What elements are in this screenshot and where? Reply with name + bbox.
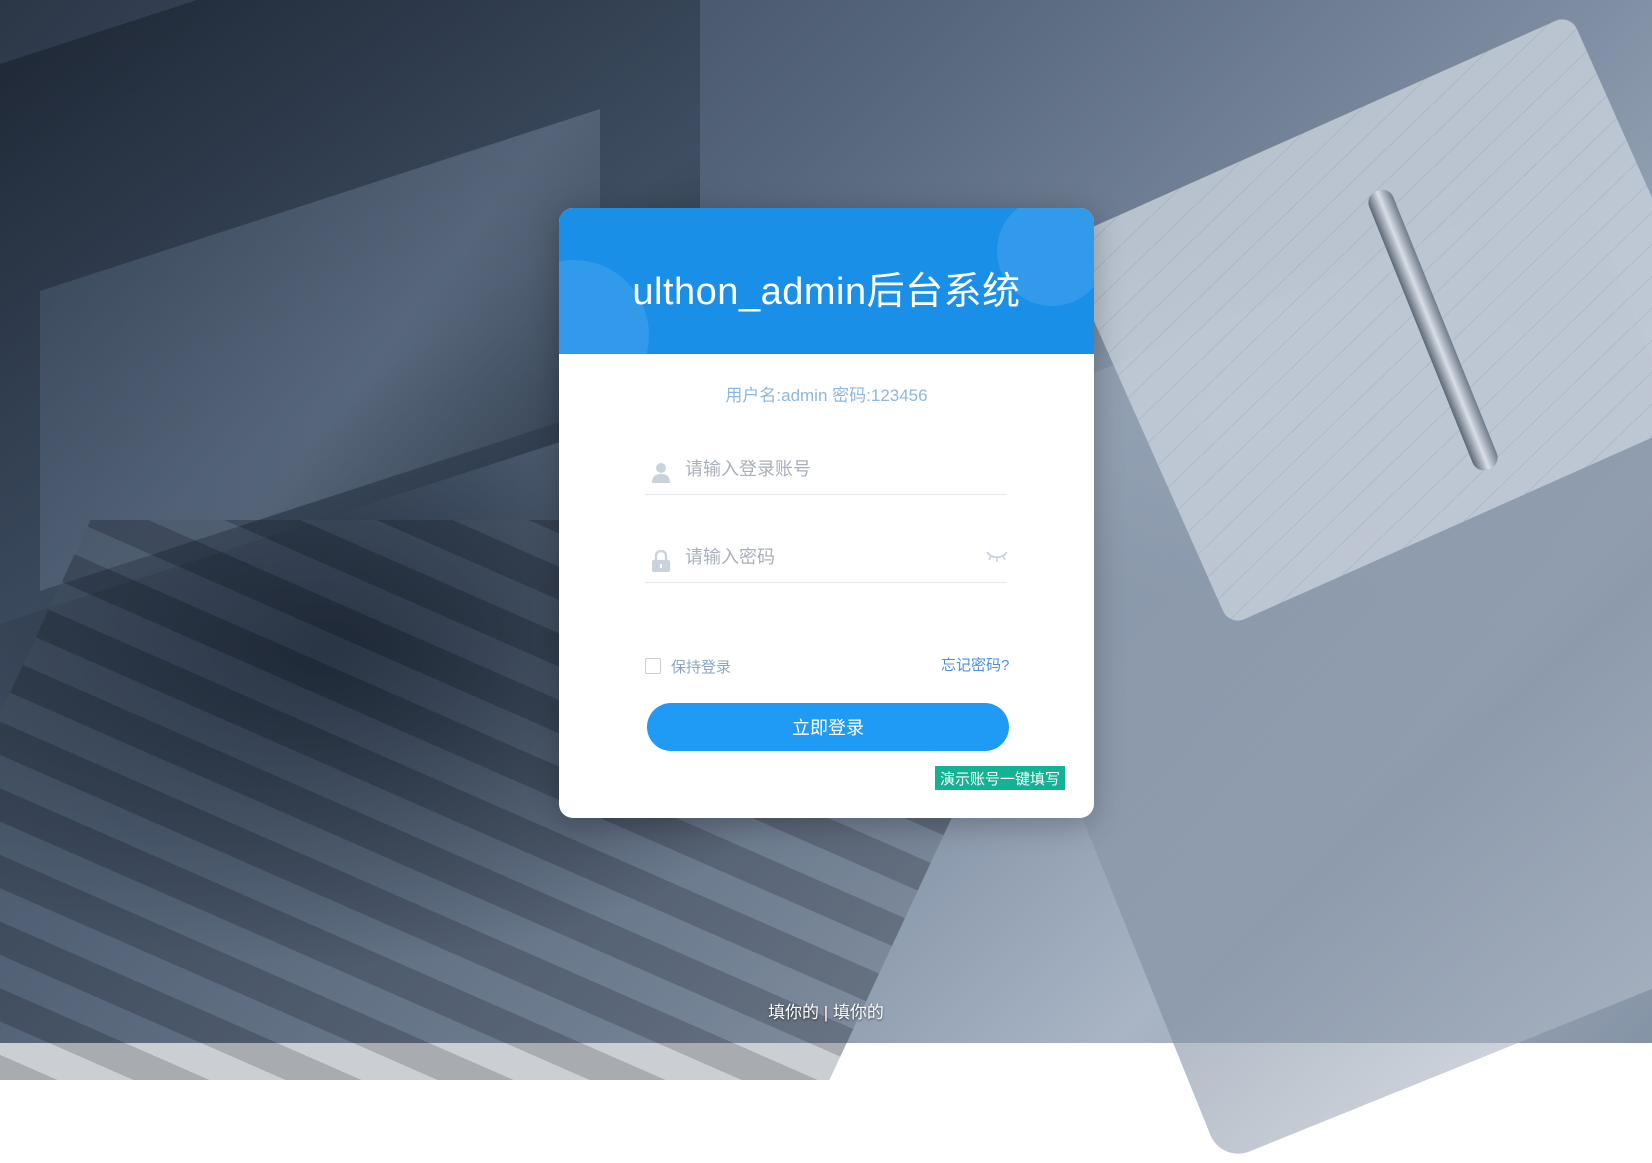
footer-separator: | bbox=[819, 1003, 833, 1022]
login-card: ulthon_admin后台系统 用户名:admin 密码:123456 请输入… bbox=[559, 208, 1094, 818]
toggle-password-visibility[interactable] bbox=[977, 544, 1017, 572]
password-input[interactable] bbox=[683, 542, 973, 572]
remember-login-checkbox[interactable] bbox=[645, 658, 661, 674]
username-input[interactable] bbox=[683, 454, 973, 484]
demo-account-fill-button[interactable]: 演示账号一键填写 bbox=[935, 766, 1065, 790]
forgot-password-link[interactable]: 忘记密码? bbox=[941, 654, 1009, 675]
user-icon bbox=[651, 462, 671, 484]
footer-link-right[interactable]: 填你的 bbox=[833, 1003, 884, 1022]
remember-login-label[interactable]: 保持登录 bbox=[671, 656, 731, 677]
login-button[interactable]: 立即登录 bbox=[647, 703, 1009, 751]
login-card-header: ulthon_admin后台系统 bbox=[559, 208, 1094, 354]
credentials-hint: 用户名:admin 密码:123456 bbox=[725, 386, 928, 405]
page-title: ulthon_admin后台系统 bbox=[632, 271, 1021, 313]
remember-login-group: 保持登录 bbox=[645, 655, 731, 677]
username-field bbox=[645, 446, 1007, 495]
footer-link-left[interactable]: 填你的 bbox=[768, 1003, 819, 1022]
eye-closed-icon bbox=[985, 549, 1009, 568]
footer: 填你的 | 填你的 bbox=[0, 998, 1652, 1023]
password-field bbox=[645, 534, 1007, 583]
lock-icon bbox=[651, 549, 671, 572]
